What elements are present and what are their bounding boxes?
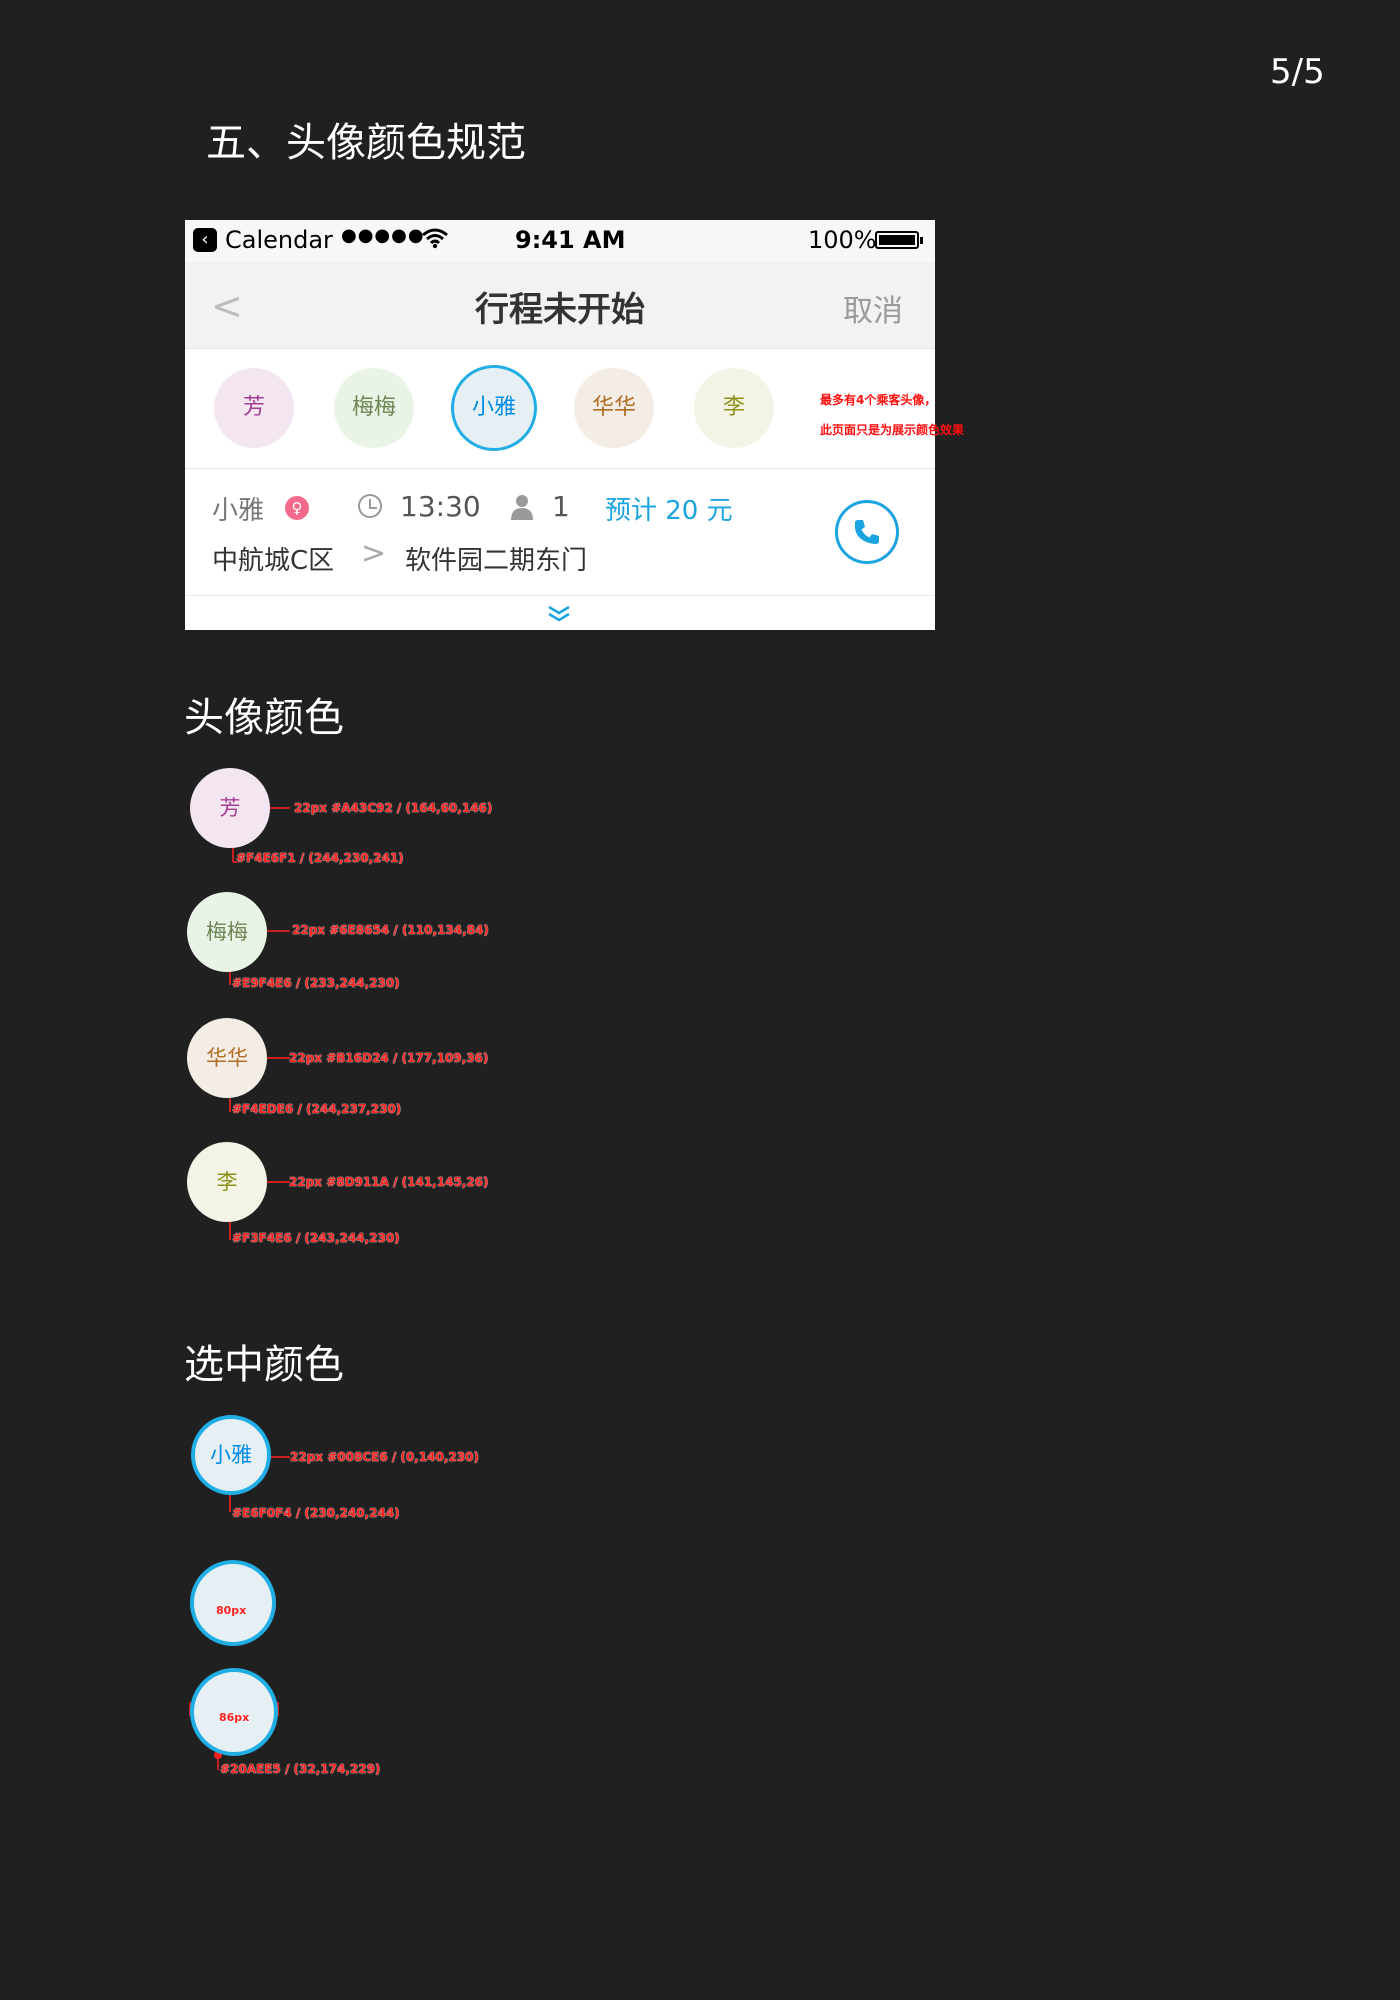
section-title: 五、头像颜色规范 bbox=[206, 120, 526, 166]
status-bar: ‹ Calendar ●●●●● 9:41 AM 100% bbox=[185, 220, 935, 262]
text-color-spec: 22px #B16D24 / (177,109,36) bbox=[289, 1051, 489, 1065]
call-button[interactable] bbox=[835, 500, 899, 564]
text-color-spec: 22px #A43C92 / (164,60,146) bbox=[294, 801, 493, 815]
trip-info: 小雅 ♀ 13:30 1 预计 20 元 中航城C区 > 软件园二期东门 bbox=[185, 470, 935, 600]
inner-size-avatar bbox=[190, 1560, 276, 1646]
outer-size-label: 86px bbox=[219, 1711, 250, 1724]
page-number: 5/5 bbox=[1270, 52, 1325, 92]
passenger-count: 1 bbox=[552, 490, 570, 523]
selected-spec-avatar: 小雅 bbox=[191, 1415, 271, 1495]
signal-icon: ●●●●● bbox=[341, 225, 425, 246]
bg-color-spec: #F4EDE6 / (244,237,230) bbox=[232, 1102, 402, 1116]
expand-bar[interactable] bbox=[185, 595, 935, 630]
nav-bar: < 行程未开始 取消 bbox=[185, 262, 935, 349]
spec-avatar: 华华 bbox=[187, 1018, 267, 1098]
passenger-name: 小雅 bbox=[212, 496, 265, 526]
text-color-spec: 22px #8D911A / (141,145,26) bbox=[289, 1175, 489, 1189]
avatar[interactable]: 华华 bbox=[574, 368, 654, 448]
female-icon: ♀ bbox=[285, 496, 309, 520]
avatar-selected[interactable]: 小雅 bbox=[451, 365, 537, 451]
inner-size-label: 80px bbox=[216, 1604, 247, 1617]
battery-percent: 100% bbox=[808, 226, 877, 254]
page-title: 行程未开始 bbox=[475, 290, 645, 330]
phone-icon bbox=[854, 520, 879, 544]
battery-icon bbox=[875, 231, 923, 249]
avatar-note-line1: 最多有4个乘客头像， bbox=[820, 393, 937, 407]
border-color-spec: #20AEE5 / (32,174,229) bbox=[220, 1762, 381, 1776]
selected-bg-color-spec: #E6F0F4 / (230,240,244) bbox=[232, 1506, 400, 1520]
cancel-button[interactable]: 取消 bbox=[843, 286, 903, 330]
passenger-avatars: 芳 梅梅 小雅 华华 李 bbox=[185, 350, 935, 469]
text-color-spec: 22px #6E8654 / (110,134,84) bbox=[292, 923, 489, 937]
selected-text-color-spec: 22px #008CE6 / (0,140,230) bbox=[290, 1450, 479, 1464]
wifi-icon bbox=[422, 228, 448, 249]
trip-destination: 软件园二期东门 bbox=[405, 546, 588, 576]
avatar-colors-heading: 头像颜色 bbox=[184, 695, 344, 741]
chevron-double-down-icon bbox=[548, 605, 570, 622]
status-carrier: Calendar bbox=[225, 226, 333, 254]
trip-time: 13:30 bbox=[400, 490, 481, 523]
person-icon bbox=[511, 495, 533, 520]
spec-avatar: 芳 bbox=[190, 768, 270, 848]
spec-avatar: 李 bbox=[187, 1142, 267, 1222]
status-time: 9:41 AM bbox=[515, 226, 626, 254]
bg-color-spec: #F4E6F1 / (244,230,241) bbox=[236, 851, 404, 865]
selected-colors-heading: 选中颜色 bbox=[184, 1342, 344, 1388]
chevron-right-icon: > bbox=[361, 536, 387, 571]
avatar[interactable]: 芳 bbox=[214, 368, 294, 448]
bg-color-spec: #E9F4E6 / (233,244,230) bbox=[232, 976, 400, 990]
avatar[interactable]: 梅梅 bbox=[334, 368, 414, 448]
clock-icon bbox=[358, 494, 382, 518]
avatar-note-line2: 此页面只是为展示颜色效果 bbox=[820, 423, 965, 437]
back-to-app-icon[interactable]: ‹ bbox=[193, 228, 217, 252]
trip-origin: 中航城C区 bbox=[212, 546, 335, 576]
spec-avatar: 梅梅 bbox=[187, 892, 267, 972]
bg-color-spec: #F3F4E6 / (243,244,230) bbox=[232, 1231, 400, 1245]
estimated-price: 预计 20 元 bbox=[605, 496, 733, 526]
avatar[interactable]: 李 bbox=[694, 368, 774, 448]
